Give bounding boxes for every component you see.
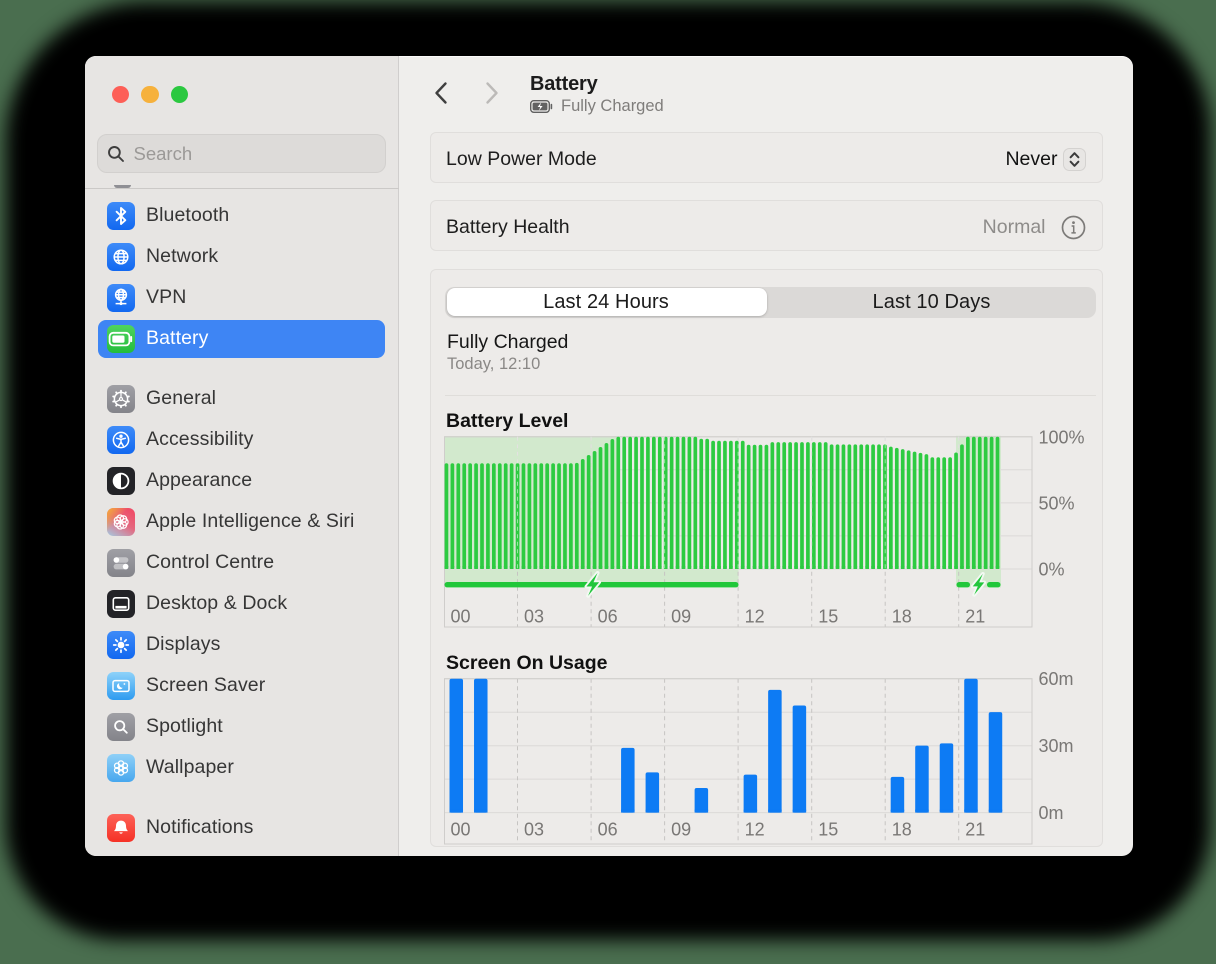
svg-text:18: 18 — [892, 820, 912, 840]
svg-text:12: 12 — [745, 820, 765, 840]
svg-text:06: 06 — [598, 607, 618, 627]
svg-text:00: 00 — [451, 820, 471, 840]
svg-text:06: 06 — [598, 820, 618, 840]
svg-text:0m: 0m — [1039, 803, 1064, 823]
svg-text:50%: 50% — [1039, 493, 1075, 513]
svg-text:21: 21 — [965, 820, 985, 840]
svg-text:100%: 100% — [1039, 427, 1085, 447]
svg-text:0%: 0% — [1039, 560, 1065, 580]
svg-text:09: 09 — [671, 607, 691, 627]
svg-text:03: 03 — [524, 607, 544, 627]
svg-text:03: 03 — [524, 820, 544, 840]
svg-text:15: 15 — [818, 607, 838, 627]
svg-text:18: 18 — [892, 607, 912, 627]
svg-text:30m: 30m — [1039, 736, 1074, 756]
svg-text:15: 15 — [818, 820, 838, 840]
svg-text:09: 09 — [671, 820, 691, 840]
svg-text:12: 12 — [745, 607, 765, 627]
svg-text:21: 21 — [965, 607, 985, 627]
svg-text:60m: 60m — [1039, 669, 1074, 689]
svg-text:00: 00 — [451, 607, 471, 627]
